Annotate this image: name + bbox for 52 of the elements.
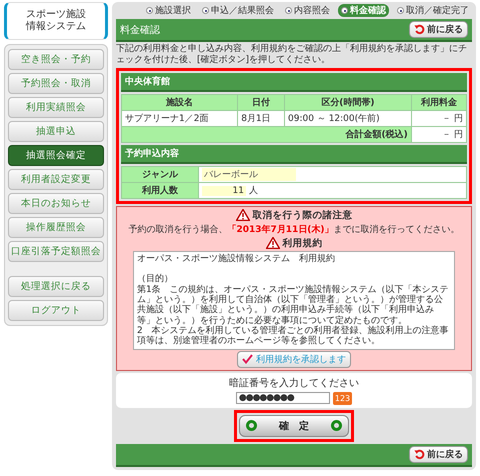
field-value: 11 bbox=[202, 186, 246, 196]
total-value: － 円 bbox=[411, 126, 466, 142]
step-indicator: 取消／確定完了 bbox=[394, 4, 472, 17]
sidebar-menu-button[interactable]: 空き照会・予約 bbox=[8, 49, 104, 70]
sidebar-menu-button[interactable]: 本日のお知らせ bbox=[8, 193, 104, 214]
step-indicator: 申込／結果照会 bbox=[199, 4, 277, 17]
agree-button[interactable]: 利用規約を承認します bbox=[237, 350, 351, 368]
terms-title: 利用規約 bbox=[282, 236, 322, 250]
app-logo: スポーツ施設 情報システム bbox=[4, 2, 108, 40]
notice-text: 予約の取消を行う場合、「2013年7月11日(木)」までに取消を行ってください。 bbox=[128, 223, 460, 236]
field-label: 利用人数 bbox=[122, 182, 198, 198]
sidebar-menu-button[interactable]: 抽選照会確定 bbox=[8, 145, 104, 166]
sidebar-menu-button[interactable]: 抽選申込 bbox=[8, 121, 104, 142]
pin-label: 暗証番号を入力してください bbox=[229, 376, 359, 390]
sidebar-menu-button[interactable]: 利用実績照会 bbox=[8, 97, 104, 118]
warning-icon bbox=[236, 209, 250, 222]
table-cell: 09:00 ～ 12:00(午前) bbox=[284, 110, 412, 126]
circular-arrow-icon bbox=[414, 448, 425, 460]
column-header: 日付 bbox=[238, 94, 285, 110]
confirm-button[interactable]: 確 定 bbox=[239, 414, 349, 437]
total-label: 合計金額(税込) bbox=[122, 126, 412, 142]
sidebar-menu-button[interactable]: 口座引落予定額照会 bbox=[8, 241, 104, 262]
circular-arrow-icon bbox=[414, 24, 425, 35]
section-header: 中央体育館 bbox=[121, 72, 467, 92]
sidebar-menu-button[interactable]: 利用者設定変更 bbox=[8, 169, 104, 190]
terms-text: オーパス・スポーツ施設情報システム 利用規約 （目的） 第1条 この規約は、オーパス・スポーツ施設情報システム（以下「本システム」という。）を利用して自治体（以下「管理者」という。）が管理する公共施設（以下「施設」という。）の利用申込み手続等（以下「利用申込み等」という。）を行うために必要な事項について定めたものです。 2 本システムを利用している管理者ごとの利用者登録、施設利用上の注意事項等は、別途管理者のホームページ等を参照してください。 bbox=[133, 250, 455, 350]
warning-icon bbox=[266, 237, 280, 250]
step-indicator: 内容照会 bbox=[282, 4, 333, 17]
sidebar-menu-button[interactable]: ログアウト bbox=[8, 300, 104, 321]
keypad-button[interactable]: 123 bbox=[332, 392, 352, 405]
checkmark-icon bbox=[242, 354, 253, 364]
back-button[interactable]: 前に戻る bbox=[409, 446, 468, 463]
page-title: 料金確認 bbox=[120, 24, 160, 36]
field-label: ジャンル bbox=[122, 166, 198, 182]
unit-label: 人 bbox=[248, 186, 258, 196]
back-button[interactable]: 前に戻る bbox=[409, 21, 468, 38]
table-cell: － 円 bbox=[411, 110, 466, 126]
table-cell: サブアリーナ1／2面 bbox=[122, 110, 238, 126]
column-header: 利用料金 bbox=[411, 94, 466, 110]
table-cell: 8月1日 bbox=[238, 110, 285, 126]
step-indicator: 料金確認 bbox=[338, 4, 389, 17]
section-header: 予約申込内容 bbox=[121, 144, 467, 164]
column-header: 区分(時間帯) bbox=[284, 94, 412, 110]
sidebar-menu-button[interactable]: 予約照会・取消 bbox=[8, 73, 104, 94]
step-indicator: 施設選択 bbox=[143, 4, 194, 17]
sidebar-menu-button[interactable]: 処理選択に戻る bbox=[8, 276, 104, 297]
sidebar-menu-button[interactable]: 操作履歴照会 bbox=[8, 217, 104, 238]
field-value: バレーボール bbox=[202, 168, 296, 181]
pin-field[interactable]: ●●●●●●●● bbox=[236, 392, 330, 404]
instruction-text: 下記の利用料金と申し込み内容、利用規約をご確認の上「利用規約を承認します」にチェックを付けた後、[確定ボタン]を押してください。 bbox=[116, 44, 468, 66]
column-header: 施設名 bbox=[122, 94, 238, 110]
notice-title: 取消を行う際の諸注意 bbox=[252, 208, 352, 222]
